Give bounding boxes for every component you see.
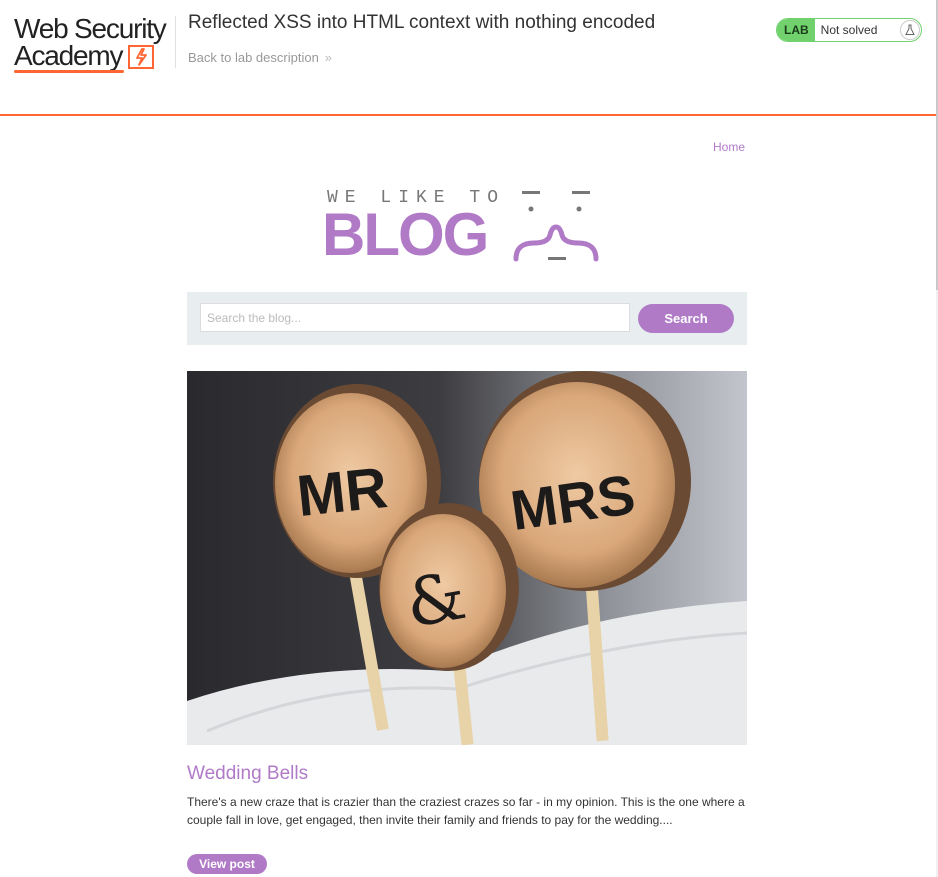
web-security-academy-logo[interactable]: Web Security Academy bbox=[14, 14, 174, 76]
lab-badge: LAB bbox=[777, 19, 815, 41]
lab-title: Reflected XSS into HTML context with not… bbox=[188, 12, 656, 33]
search-button[interactable]: Search bbox=[638, 304, 734, 333]
svg-text:MR: MR bbox=[294, 455, 391, 529]
view-post-button[interactable]: View post bbox=[187, 854, 267, 874]
lightning-bolt-icon bbox=[128, 45, 154, 69]
academy-header: Web Security Academy Reflected XSS into … bbox=[0, 0, 936, 116]
search-input[interactable] bbox=[200, 303, 630, 332]
lab-status-text: Not solved bbox=[820, 23, 878, 37]
double-chevron-right-icon: » bbox=[324, 50, 333, 65]
header-divider bbox=[175, 16, 176, 68]
logo-line2: Academy bbox=[14, 40, 124, 71]
mr-mrs-cake-topper-image: MR MRS & bbox=[187, 371, 747, 745]
blog-logo-word: BLOG bbox=[322, 201, 489, 268]
back-link-label: Back to lab description bbox=[188, 50, 319, 65]
lab-status-widget: LAB Not solved bbox=[776, 18, 922, 42]
logo-underline bbox=[14, 70, 124, 73]
flask-icon[interactable] bbox=[900, 20, 920, 40]
back-to-lab-description-link[interactable]: Back to lab description » bbox=[188, 50, 332, 65]
search-panel: Search bbox=[187, 292, 747, 345]
post-title[interactable]: Wedding Bells bbox=[187, 763, 308, 785]
post-summary: There's a new craze that is crazier than… bbox=[187, 795, 745, 827]
curly-face-icon bbox=[513, 191, 599, 262]
we-like-to-blog-logo: WE LIKE TO BLOG bbox=[322, 185, 612, 270]
post-image[interactable]: MR MRS & bbox=[187, 371, 747, 745]
home-link[interactable]: Home bbox=[713, 140, 745, 154]
